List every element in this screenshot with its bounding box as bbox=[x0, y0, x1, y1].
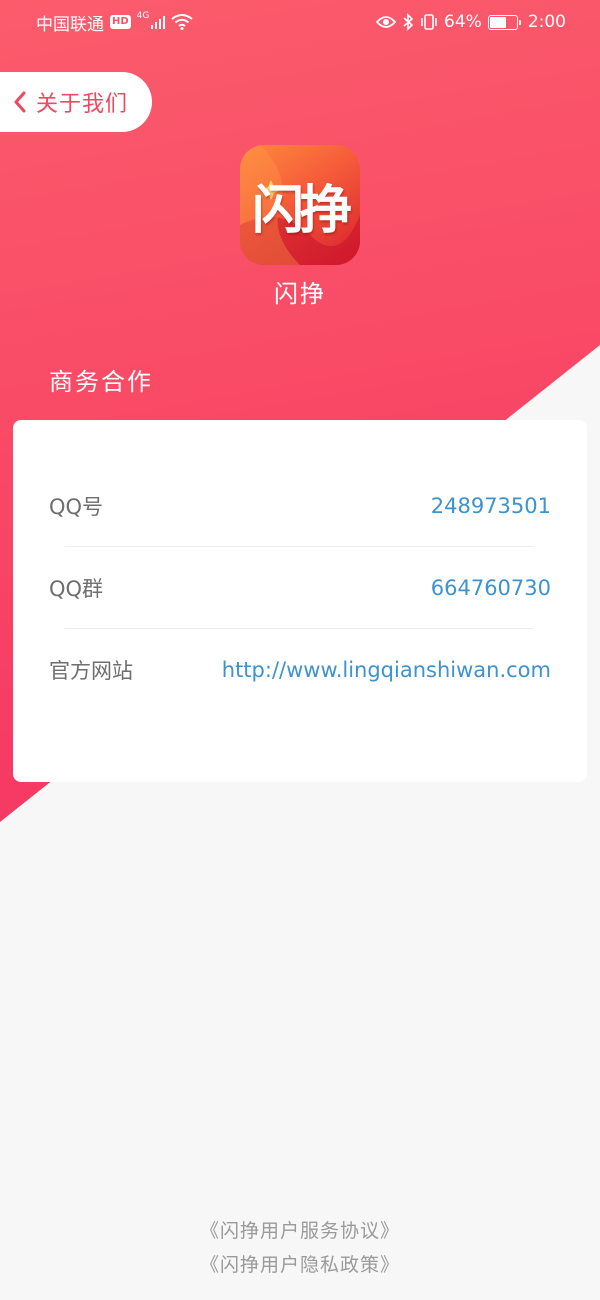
status-left: 中国联通 HD 4G bbox=[36, 10, 193, 35]
divider bbox=[65, 628, 533, 629]
about-page: 中国联通 HD 4G 64% 2:00 关于我们 闪挣 闪挣 商务合作 QQ号 … bbox=[0, 0, 600, 1300]
battery-fill bbox=[489, 16, 507, 28]
vibrate-icon bbox=[421, 14, 437, 30]
signal-icon bbox=[151, 15, 166, 29]
qq-group-label: QQ群 bbox=[49, 577, 104, 601]
bluetooth-icon bbox=[403, 13, 414, 31]
contact-card: QQ号 248973501 QQ群 664760730 官方网站 http://… bbox=[13, 420, 587, 782]
carrier-name: 中国联通 bbox=[36, 14, 104, 35]
website-row: 官方网站 http://www.lingqianshiwan.com bbox=[49, 650, 551, 690]
divider bbox=[65, 546, 533, 547]
qq-group-value[interactable]: 664760730 bbox=[431, 576, 551, 600]
website-link[interactable]: http://www.lingqianshiwan.com bbox=[222, 658, 551, 682]
network-type: 4G bbox=[136, 11, 150, 21]
wifi-icon bbox=[171, 14, 193, 30]
back-button[interactable]: 关于我们 bbox=[0, 72, 152, 132]
app-name: 闪挣 bbox=[274, 280, 326, 308]
qq-number-value[interactable]: 248973501 bbox=[431, 494, 551, 518]
eye-icon bbox=[376, 16, 397, 28]
qq-group-row: QQ群 664760730 bbox=[49, 568, 551, 608]
qq-number-row: QQ号 248973501 bbox=[49, 486, 551, 526]
section-title: 商务合作 bbox=[49, 368, 153, 396]
service-agreement-link[interactable]: 《闪挣用户服务协议》 bbox=[0, 1216, 600, 1243]
app-logo: 闪挣 bbox=[240, 145, 360, 265]
page-title: 关于我们 bbox=[36, 92, 129, 117]
logo-text: 闪挣 bbox=[251, 180, 352, 241]
privacy-policy-link[interactable]: 《闪挣用户隐私政策》 bbox=[0, 1250, 600, 1277]
website-label: 官方网站 bbox=[49, 659, 133, 683]
clock: 2:00 bbox=[527, 12, 566, 32]
status-bar: 中国联通 HD 4G 64% 2:00 bbox=[0, 0, 600, 44]
qq-number-label: QQ号 bbox=[49, 495, 104, 519]
chevron-left-icon bbox=[10, 90, 30, 114]
status-right: 64% 2:00 bbox=[376, 12, 566, 32]
battery-icon bbox=[487, 14, 521, 30]
battery-percent: 64% bbox=[444, 12, 482, 32]
hd-badge: HD bbox=[110, 15, 131, 29]
